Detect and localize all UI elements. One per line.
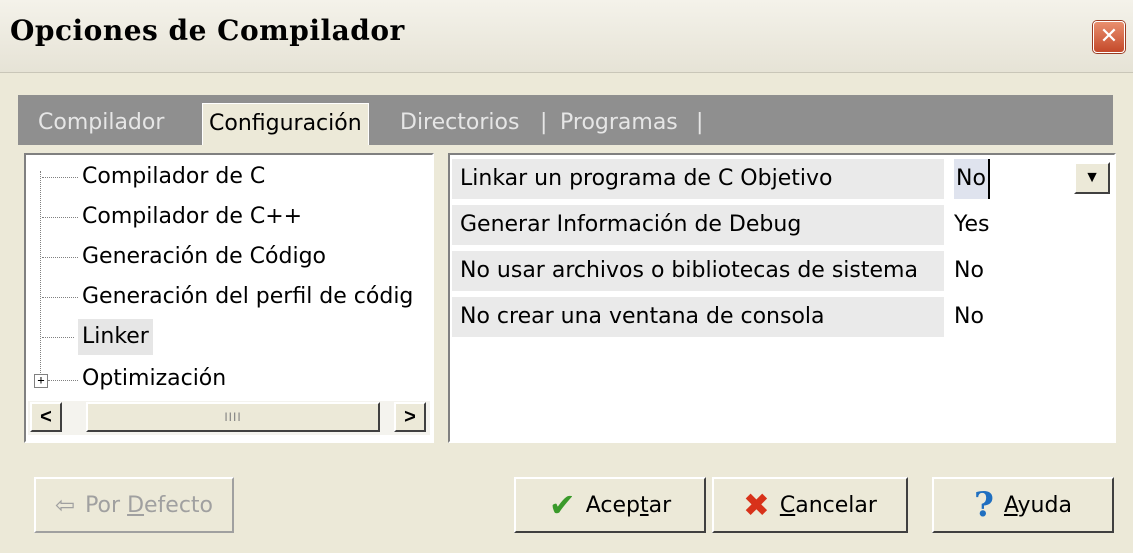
tree-item-compilador-cpp[interactable]: Compilador de C++ bbox=[82, 199, 302, 235]
plus-icon: + bbox=[37, 373, 45, 387]
x-icon: ✖ bbox=[743, 486, 770, 524]
title-bar[interactable]: Opciones de Compilador ✕ bbox=[0, 0, 1133, 73]
tab-separator: | bbox=[696, 110, 704, 135]
tab-programas[interactable]: Programas bbox=[560, 103, 678, 145]
aceptar-button[interactable]: ✔ Aceptar bbox=[514, 477, 706, 533]
ayuda-button[interactable]: ? Ayuda bbox=[932, 477, 1114, 533]
tree-item-perfil-codigo[interactable]: Generación del perfil de códig bbox=[82, 279, 413, 315]
tree-line bbox=[42, 337, 74, 338]
tab-bar: Compilador Configuración Directorios | P… bbox=[18, 95, 1113, 145]
button-label: Por Defecto bbox=[85, 492, 214, 518]
scroll-thumb[interactable]: IIII bbox=[86, 402, 380, 432]
help-icon: ? bbox=[974, 485, 994, 525]
property-value[interactable]: No bbox=[954, 297, 984, 337]
close-icon: ✕ bbox=[1099, 24, 1119, 49]
property-name: Generar Información de Debug bbox=[452, 205, 944, 245]
tree-item-compilador-c[interactable]: Compilador de C bbox=[82, 159, 265, 195]
tree-line bbox=[42, 177, 78, 178]
tree-line bbox=[42, 297, 78, 298]
tree-line bbox=[42, 257, 78, 258]
left-arrow-icon: ⇦ bbox=[54, 491, 76, 519]
button-label: Ayuda bbox=[1003, 492, 1072, 518]
button-label: Cancelar bbox=[779, 492, 877, 518]
chevron-down-icon: ▼ bbox=[1084, 169, 1100, 186]
cancelar-button[interactable]: ✖ Cancelar bbox=[712, 477, 908, 533]
window-title: Opciones de Compilador bbox=[10, 14, 405, 47]
tree-line bbox=[48, 380, 78, 381]
tab-separator: | bbox=[540, 110, 548, 135]
property-value-editor[interactable]: No bbox=[954, 159, 990, 199]
grip-icon: IIII bbox=[224, 410, 242, 424]
check-icon: ✔ bbox=[548, 486, 576, 524]
expand-optimizacion-button[interactable]: + bbox=[34, 374, 48, 388]
close-button[interactable]: ✕ bbox=[1093, 21, 1125, 53]
horizontal-scrollbar[interactable]: < IIII > bbox=[28, 401, 430, 435]
property-value[interactable]: No bbox=[954, 251, 984, 291]
scroll-left-button[interactable]: < bbox=[30, 402, 62, 432]
tab-directorios[interactable]: Directorios bbox=[400, 103, 519, 145]
property-grid: Linkar un programa de C Objetivo No ▼ Ge… bbox=[448, 153, 1116, 443]
tree-item-generacion-codigo[interactable]: Generación de Código bbox=[82, 239, 326, 275]
chevron-left-icon: < bbox=[40, 406, 52, 428]
button-label: Aceptar bbox=[585, 492, 672, 518]
chevron-right-icon: > bbox=[404, 406, 416, 428]
settings-tree[interactable]: Compilador de C Compilador de C++ Genera… bbox=[24, 153, 434, 443]
dropdown-button[interactable]: ▼ bbox=[1074, 162, 1110, 194]
property-name: No usar archivos o bibliotecas de sistem… bbox=[452, 251, 944, 291]
tree-item-linker[interactable]: Linker bbox=[78, 319, 153, 355]
tree-line bbox=[40, 171, 41, 375]
tree-line bbox=[42, 217, 78, 218]
tab-configuracion[interactable]: Configuración bbox=[202, 103, 369, 145]
property-value[interactable]: Yes bbox=[954, 205, 990, 245]
property-name: Linkar un programa de C Objetivo bbox=[452, 159, 944, 199]
tree-item-optimizacion[interactable]: Optimización bbox=[82, 361, 226, 397]
compiler-options-dialog: Opciones de Compilador ✕ Compilador Conf… bbox=[0, 0, 1133, 553]
property-name: No crear una ventana de consola bbox=[452, 297, 944, 337]
por-defecto-button[interactable]: ⇦ Por Defecto bbox=[34, 477, 234, 533]
scroll-right-button[interactable]: > bbox=[394, 402, 426, 432]
tab-compilador[interactable]: Compilador bbox=[38, 103, 164, 145]
